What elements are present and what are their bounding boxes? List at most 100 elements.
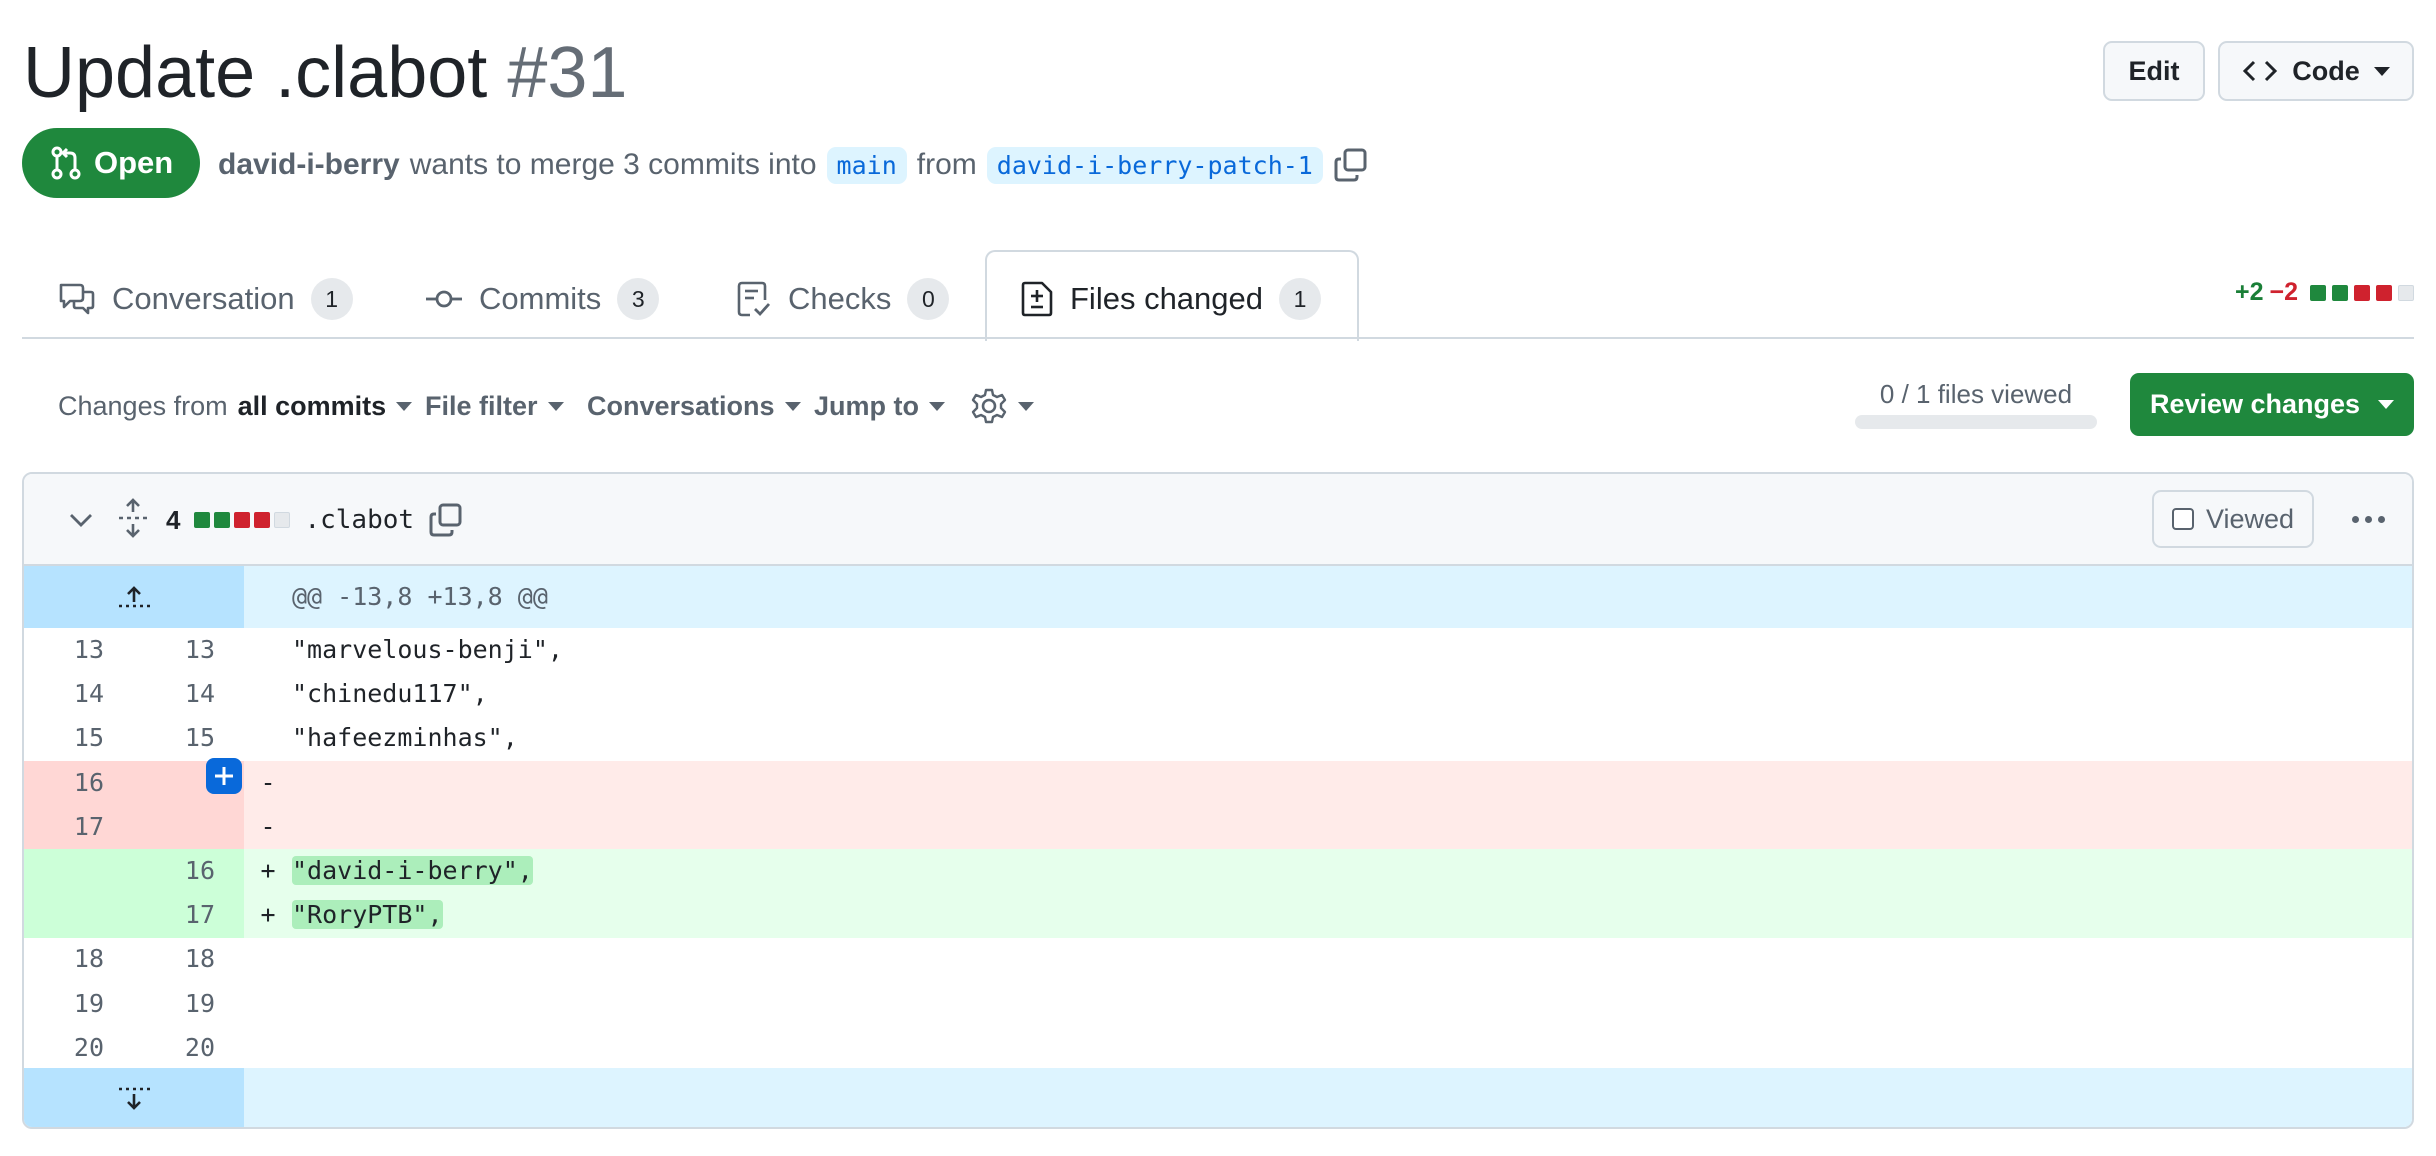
diff-marker: + (260, 856, 276, 885)
review-changes-button[interactable]: Review changes (2130, 373, 2414, 436)
new-line-number[interactable]: 16 (134, 849, 244, 893)
old-line-number[interactable]: 14 (24, 672, 134, 716)
deletions-count: −2 (2269, 278, 2298, 306)
edit-button[interactable]: Edit (2103, 41, 2205, 101)
code-text: "marvelous-benji", (292, 635, 563, 664)
old-line-number[interactable]: 15 (24, 716, 134, 760)
hunk-header-text: @@ -13,8 +13,8 @@ (292, 582, 548, 611)
tab-divider (22, 337, 2414, 339)
jump-to-menu[interactable]: Jump to (814, 386, 945, 426)
viewed-label: Viewed (2205, 503, 2295, 534)
new-line-number[interactable]: 13 (134, 628, 244, 672)
new-line-number[interactable]: 18 (134, 937, 244, 981)
chevron-down-icon[interactable] (66, 505, 96, 535)
chevron-down-icon (396, 401, 413, 411)
diff-marker (244, 672, 292, 716)
file-options-button[interactable] (2346, 499, 2390, 539)
code-button[interactable]: Code (2218, 41, 2414, 101)
diffstat-block (2332, 284, 2348, 301)
diff-line: 14 14 "chinedu117", (24, 672, 2412, 716)
files-viewed-text: 0 / 1 files viewed (1879, 379, 2073, 409)
expand-down-icon (119, 1087, 150, 1110)
old-line-number[interactable]: 13 (24, 628, 134, 672)
chevron-down-icon (2373, 66, 2390, 76)
conversations-menu[interactable]: Conversations (587, 386, 801, 426)
page-title: Update .clabot #31 (23, 28, 627, 118)
kebab-dot (2351, 515, 2359, 523)
new-line-number[interactable]: 14 (134, 672, 244, 716)
file-filter-menu[interactable]: File filter (425, 386, 564, 426)
line-number-gutter: 16 (24, 849, 244, 894)
line-number-gutter: 15 15 (24, 716, 244, 760)
expand-up-icon (119, 586, 150, 608)
expand-up-button[interactable] (24, 566, 244, 628)
tab-files-changed[interactable]: Files changed 1 (1020, 264, 1322, 334)
commit-icon (426, 290, 462, 308)
file-name[interactable]: .clabot (304, 505, 414, 535)
new-line-number[interactable]: 19 (134, 982, 244, 1026)
line-number-gutter: 17 (24, 804, 244, 850)
old-line-number[interactable]: 18 (24, 937, 134, 981)
old-line-number[interactable]: 19 (24, 982, 134, 1026)
author-link[interactable]: david-i-berry (218, 148, 400, 182)
line-number-gutter: 20 20 (24, 1026, 244, 1070)
jump-to-label: Jump to (814, 390, 919, 421)
code-line: "chinedu117", (292, 672, 2412, 716)
copy-icon[interactable] (1333, 147, 1369, 183)
tab-conversation-count: 1 (310, 278, 353, 320)
old-line-number[interactable] (24, 849, 134, 893)
file-header: 4 .clabot Viewed (24, 474, 2412, 566)
hunk-header: @@ -13,8 +13,8 @@ (24, 566, 2412, 628)
new-line-number[interactable]: 17 (134, 893, 244, 937)
old-line-number[interactable]: 20 (24, 1026, 134, 1070)
diff-settings-menu[interactable] (970, 386, 1034, 426)
tab-commits[interactable]: Commits 3 (425, 264, 660, 334)
line-number-gutter: 19 19 (24, 982, 244, 1026)
diff-marker (244, 937, 292, 981)
add-comment-button[interactable] (206, 758, 242, 794)
diffstat-block (194, 512, 211, 528)
diffstat-block (234, 512, 251, 528)
new-line-number[interactable]: 20 (134, 1026, 244, 1070)
diff-line: 17 - (24, 804, 2412, 850)
code-line: "marvelous-benji", (292, 628, 2412, 672)
old-line-number[interactable] (24, 893, 134, 937)
old-line-number[interactable]: 16 (24, 761, 134, 805)
line-number-gutter: 14 14 (24, 672, 244, 716)
diffstat-block (2310, 284, 2326, 301)
old-line-number[interactable]: 17 (24, 805, 134, 849)
chevron-down-icon (2378, 400, 2395, 409)
new-line-number[interactable] (134, 805, 244, 849)
diff-line: 19 19 (24, 982, 2412, 1026)
diff-marker: + (260, 900, 276, 930)
tab-conversation[interactable]: Conversation 1 (58, 264, 353, 334)
hunk-footer-fill (244, 1068, 2412, 1127)
pr-number: #31 (507, 33, 628, 113)
file-change-count: 4 (166, 504, 181, 535)
base-branch[interactable]: main (826, 146, 907, 184)
diffstat-block (2354, 284, 2370, 301)
code-icon (2243, 60, 2278, 82)
diff-line: 16 - (24, 760, 2412, 805)
viewed-checkbox[interactable]: Viewed (2152, 490, 2314, 548)
diffstat-summary: +2 −2 (2235, 278, 2414, 307)
unfold-icon[interactable] (116, 498, 150, 538)
new-line-number[interactable]: 15 (134, 716, 244, 760)
diff-marker (244, 982, 292, 1026)
tab-checks[interactable]: Checks 0 (736, 264, 950, 334)
conversations-label: Conversations (587, 390, 775, 421)
code-text: "hafeezminhas", (292, 723, 518, 753)
additions-count: +2 (2234, 278, 2264, 306)
expand-down-button[interactable] (24, 1068, 244, 1127)
tab-checks-count: 0 (907, 278, 950, 320)
head-branch[interactable]: david-i-berry-patch-1 (986, 146, 1323, 184)
diff-marker: - (260, 767, 276, 797)
changes-from-menu[interactable]: Changes from all commits (58, 386, 413, 426)
diff-line: 17 + "RoryPTB", (24, 893, 2412, 938)
copy-icon[interactable] (428, 502, 464, 538)
